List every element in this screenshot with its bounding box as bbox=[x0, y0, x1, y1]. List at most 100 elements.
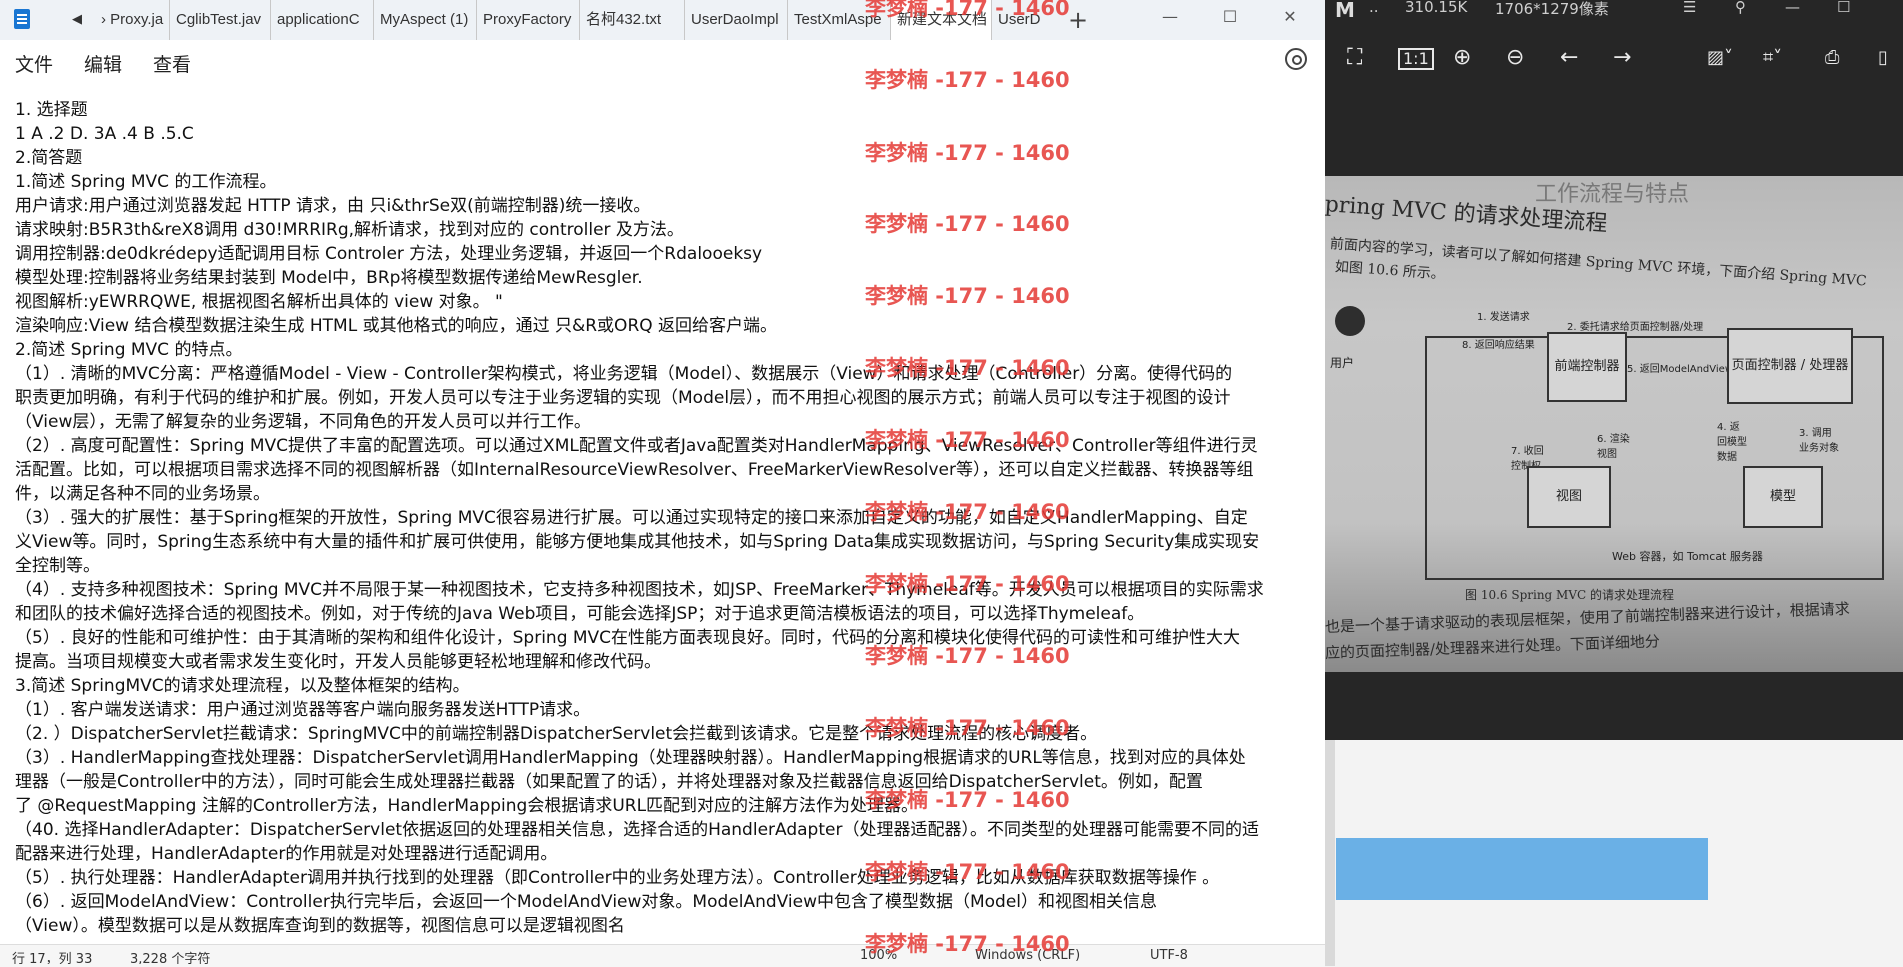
status-bar: 行 17，列 33 3,228 个字符 100% Windows (CRLF) … bbox=[0, 944, 1325, 967]
watermark-text: 李梦楠 -177 - 1460 bbox=[865, 141, 1070, 165]
text-line: 2.简答题 bbox=[15, 148, 83, 168]
text-line: 配器来进行处理，HandlerAdapter的作用就是对处理器进行适配调用。 bbox=[15, 844, 558, 864]
photo-page-controller-box: 页面控制器 / 处理器 bbox=[1727, 328, 1853, 404]
viewer-minimize-icon[interactable]: — bbox=[1785, 0, 1800, 16]
viewer-menu-dots[interactable]: .. bbox=[1369, 0, 1379, 16]
tab-item[interactable]: 名柯432.txt bbox=[580, 0, 685, 40]
photo-step-8: 8. 返回响应结果 bbox=[1462, 340, 1535, 351]
background-window-edge bbox=[1325, 740, 1335, 966]
text-line: 1.简述 Spring MVC 的工作流程。 bbox=[15, 172, 277, 192]
watermark-text: 李梦楠 -177 - 1460 bbox=[865, 716, 1070, 740]
text-line: 活配置。比如，可以根据项目需求选择不同的视图解析器（如InternalResou… bbox=[15, 460, 1254, 480]
viewer-maximize-icon[interactable]: ☐ bbox=[1837, 0, 1850, 16]
viewer-pin-icon[interactable]: ⚲ bbox=[1735, 0, 1746, 16]
text-editor[interactable]: 1. 选择题 1 A .2 D. 3A .4 B .5.C 2.简答题 1.简述 Sp… bbox=[15, 98, 1320, 938]
fullscreen-icon[interactable]: ⛶ bbox=[1347, 46, 1362, 70]
viewer-menu-icon[interactable]: ☰ bbox=[1683, 0, 1696, 16]
actual-size-icon[interactable]: 1:1 bbox=[1398, 48, 1434, 70]
tab-item[interactable]: ProxyFactory bbox=[477, 0, 580, 40]
viewer-file-size: 310.15K bbox=[1405, 0, 1468, 16]
text-line: 请求映射:B5R3th&reX8调用 d30!MRRIRg,解析请求，找到对应的… bbox=[15, 220, 684, 240]
image-edit-icon[interactable]: ▨˅ bbox=[1707, 46, 1733, 70]
watermark-text: 李梦楠 -177 - 1460 bbox=[865, 356, 1070, 380]
minimize-icon[interactable]: — bbox=[1150, 2, 1190, 32]
tab-item[interactable]: applicationC bbox=[271, 0, 374, 40]
text-line: 渲染响应:View 结合模型数据注染生成 HTML 或其他格式的响应，通过 只&… bbox=[15, 316, 778, 336]
image-viewer-window: M .. 310.15K 1706*1279像素 ☰ ⚲ — ☐ ⛶ 1:1 ⊕… bbox=[1325, 0, 1903, 740]
text-line: （View）。模型数据可以是从数据库查询到的数据等，视图信息可以是逻辑视图名 bbox=[15, 916, 625, 936]
text-line: 模型处理:控制器将业务结果封装到 Model中，BRp将模型数据传递给MewRe… bbox=[15, 268, 643, 288]
photo-step-4: 4. 返回模型数据 bbox=[1717, 422, 1747, 463]
watermark-text: 李梦楠 -177 - 1460 bbox=[865, 932, 1070, 956]
photo-intro-line-2: 如图 10.6 所示。 bbox=[1334, 259, 1446, 283]
watermark-text: 李梦楠 -177 - 1460 bbox=[865, 284, 1070, 308]
book-page-photo: 工作流程与特点 pring MVC 的请求处理流程 前面内容的学习，读者可以了解… bbox=[1325, 176, 1903, 672]
next-icon[interactable]: → bbox=[1613, 46, 1631, 70]
text-line: （1）. 客户端发送请求：用户通过浏览器等客户端向服务器发送HTTP请求。 bbox=[15, 700, 591, 720]
maximize-icon[interactable]: ☐ bbox=[1210, 2, 1250, 32]
photo-user-figure bbox=[1335, 306, 1365, 336]
status-encoding[interactable]: UTF-8 bbox=[1150, 948, 1188, 964]
text-line: （3）. 强大的扩展性：基于Spring框架的开放性，Spring MVC很容易… bbox=[15, 508, 1248, 528]
photo-model-box: 模型 bbox=[1743, 466, 1823, 528]
text-line: （4）. 支持多种视图技术：Spring MVC并不局限于某一种视图技术，它支持… bbox=[15, 580, 1264, 600]
zoom-in-icon[interactable]: ⊕ bbox=[1453, 46, 1471, 70]
crop-icon[interactable]: ⌗˅ bbox=[1763, 46, 1782, 70]
text-line: 用户请求:用户通过浏览器发起 HTTP 请求，由 只i&thrSe双(前端控制器… bbox=[15, 196, 651, 216]
watermark-text: 李梦楠 -177 - 1460 bbox=[865, 0, 1070, 20]
tab-item[interactable]: MyAspect (1) bbox=[374, 0, 477, 40]
zoom-out-icon[interactable]: ⊖ bbox=[1506, 46, 1524, 70]
viewer-logo: M bbox=[1335, 0, 1355, 22]
text-line: （View层），无需了解复杂的业务逻辑，不同角色的开发人员可以并行工作。 bbox=[15, 412, 591, 432]
prev-icon[interactable]: ← bbox=[1560, 46, 1578, 70]
text-line: 了 @RequestMapping 注解的Controller方法，Handle… bbox=[15, 796, 919, 816]
photo-step-6: 6. 渲染视图 bbox=[1597, 434, 1630, 460]
close-icon[interactable]: ✕ bbox=[1270, 2, 1310, 32]
text-line: （2. ）DispatcherServlet拦截请求：SpringMVC中的前端… bbox=[15, 724, 1098, 744]
tab-item[interactable]: › Proxy.ja bbox=[95, 0, 170, 40]
more-icon[interactable]: ▯ bbox=[1878, 46, 1888, 70]
tab-bar: ◀ › Proxy.ja CglibTest.jav applicationC … bbox=[0, 0, 1325, 41]
notepad-window: ◀ › Proxy.ja CglibTest.jav applicationC … bbox=[0, 0, 1325, 967]
tab-item[interactable]: CglibTest.jav bbox=[170, 0, 271, 40]
photo-footer-line-1: 也是一个基于请求驱动的表现层框架，使用了前端控制器来进行设计，根据请求 bbox=[1325, 599, 1851, 636]
text-line: 件，以满足各种不同的业务场景。 bbox=[15, 484, 270, 504]
add-tab-button[interactable]: + bbox=[1068, 5, 1088, 35]
photo-diagram-container: 1. 发送请求 2. 委托请求给页面控制器/处理器 8. 返回响应结果 5. 返… bbox=[1425, 312, 1884, 580]
settings-gear-icon[interactable] bbox=[1285, 48, 1307, 70]
text-line: 全控制等。 bbox=[15, 556, 100, 576]
print-icon[interactable]: ⎙ bbox=[1825, 46, 1839, 70]
status-char-count: 3,228 个字符 bbox=[130, 952, 211, 964]
text-line: 义View等。同时，Spring生态系统中有大量的插件和扩展可供使用，能够方便地… bbox=[15, 532, 1260, 552]
tab-item[interactable]: UserDaoImpl bbox=[685, 0, 788, 40]
background-blue-bar bbox=[1336, 838, 1708, 900]
text-line: 职责更加明确，有利于代码的维护和扩展。例如，开发人员可以专注于业务逻辑的实现（M… bbox=[15, 388, 1231, 408]
text-line: （2）. 高度可配置性：Spring MVC提供了丰富的配置选项。可以通过XML… bbox=[15, 436, 1258, 456]
menu-edit[interactable]: 编辑 bbox=[84, 50, 122, 77]
text-line: 调用控制器:de0dkrédepy适配调用目标 Controler 方法，处理业… bbox=[15, 244, 763, 264]
photo-front-controller-box: 前端控制器 bbox=[1547, 332, 1627, 402]
watermark-text: 李梦楠 -177 - 1460 bbox=[865, 860, 1070, 884]
watermark-text: 李梦楠 -177 - 1460 bbox=[865, 500, 1070, 524]
photo-step-1: 1. 发送请求 bbox=[1477, 312, 1530, 323]
menu-file[interactable]: 文件 bbox=[15, 50, 53, 77]
photo-container-label: Web 容器，如 Tomcat 服务器 bbox=[1612, 550, 1763, 563]
watermark-text: 李梦楠 -177 - 1460 bbox=[865, 68, 1070, 92]
watermark-text: 李梦楠 -177 - 1460 bbox=[865, 212, 1070, 236]
text-line: 2.简述 Spring MVC 的特点。 bbox=[15, 340, 243, 360]
watermark-text: 李梦楠 -177 - 1460 bbox=[865, 572, 1070, 596]
photo-view-box: 视图 bbox=[1527, 466, 1611, 528]
text-line: 提高。当项目规模变大或者需求发生变化时，开发人员能够更轻松地理解和修改代码。 bbox=[15, 652, 661, 672]
text-line: 和团队的技术偏好选择合适的视图技术。例如，对于传统的Java Web项目，可能会… bbox=[15, 604, 1145, 624]
menu-view[interactable]: 查看 bbox=[153, 50, 191, 77]
scroll-tabs-left-icon[interactable]: ◀ bbox=[72, 10, 82, 30]
watermark-text: 李梦楠 -177 - 1460 bbox=[865, 428, 1070, 452]
text-line: 视图解析:yEWRRQWE, 根据视图名解析出具体的 view 对象。 " bbox=[15, 292, 503, 312]
menu-bar: 文件 编辑 查看 bbox=[0, 40, 1325, 80]
text-line: 1. 选择题 bbox=[15, 100, 88, 120]
watermark-text: 李梦楠 -177 - 1460 bbox=[865, 644, 1070, 668]
notepad-app-icon bbox=[14, 9, 30, 29]
text-line: （5）. 良好的性能和可维护性：由于其清晰的架构和组件化设计，Spring MV… bbox=[15, 628, 1241, 648]
text-line: （1）. 清晰的MVC分离：严格遵循Model - View - Control… bbox=[15, 364, 1233, 384]
status-cursor-position: 行 17，列 33 bbox=[12, 952, 93, 964]
